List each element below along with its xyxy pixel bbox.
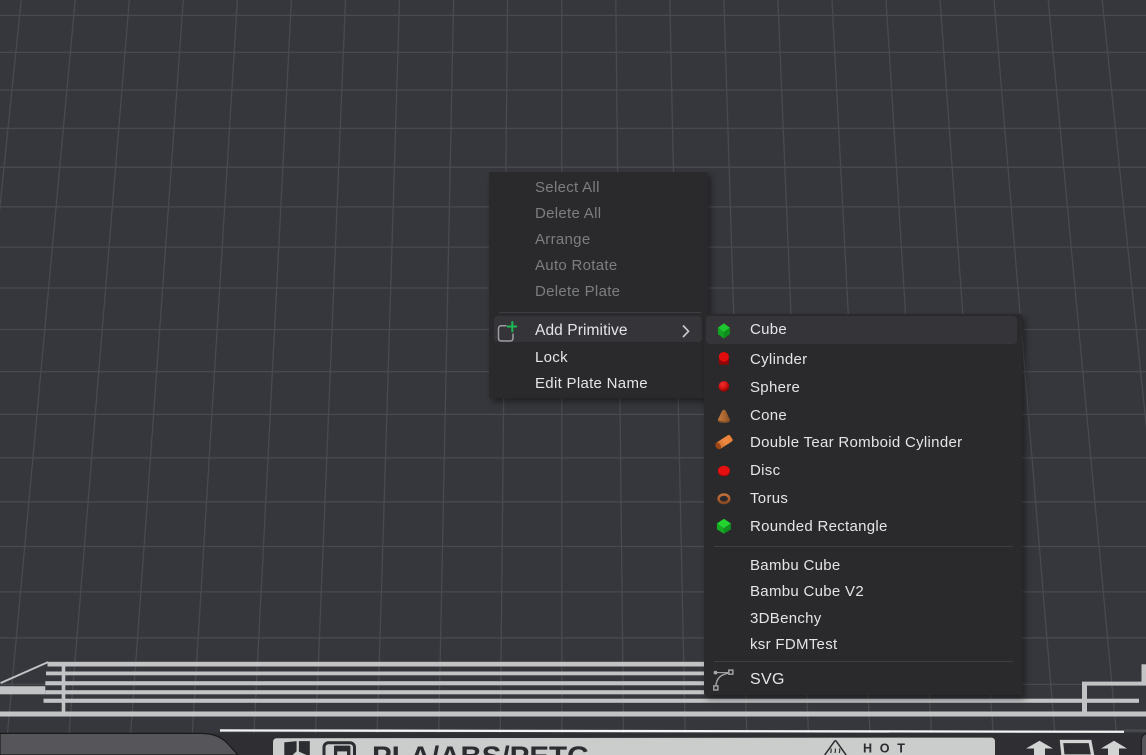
svg-text:HOT: HOT [863, 742, 905, 755]
svg-text:PLA/ABS/PETG: PLA/ABS/PETG [372, 740, 590, 755]
